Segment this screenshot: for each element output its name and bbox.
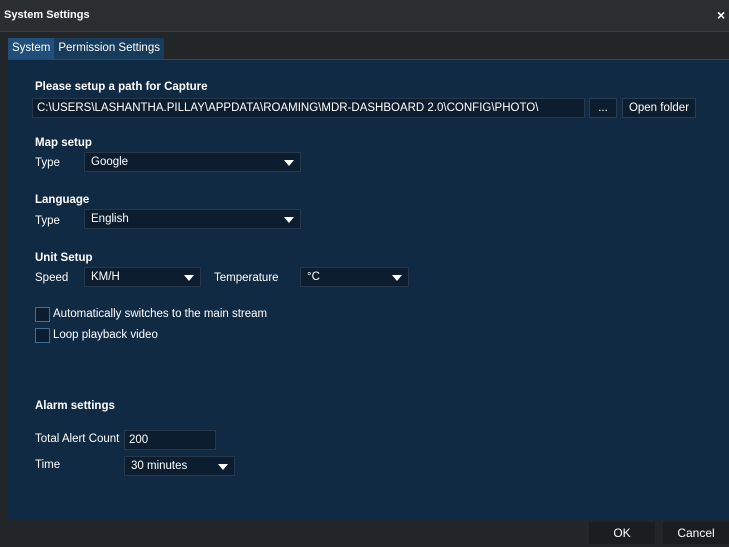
chevron-down-icon bbox=[218, 464, 228, 470]
auto-switch-label: Automatically switches to the main strea… bbox=[53, 308, 268, 320]
time-select[interactable]: 30 minutes bbox=[124, 456, 235, 476]
loop-playback-checkbox[interactable] bbox=[35, 328, 50, 343]
map-type-label: Type bbox=[35, 157, 60, 169]
tab-bar: System Permission Settings bbox=[8, 38, 164, 59]
map-setup-heading: Map setup bbox=[35, 137, 92, 149]
ok-button[interactable]: OK bbox=[589, 522, 655, 544]
alarm-heading: Alarm settings bbox=[35, 400, 115, 412]
unit-setup-heading: Unit Setup bbox=[35, 252, 93, 264]
auto-switch-checkbox[interactable] bbox=[35, 307, 50, 322]
close-icon[interactable]: × bbox=[717, 6, 729, 24]
system-settings-window: System Settings × System Permission Sett… bbox=[0, 0, 729, 547]
capture-heading: Please setup a path for Capture bbox=[35, 81, 208, 93]
dialog-footer: OK Cancel bbox=[0, 519, 729, 547]
map-type-value: Google bbox=[91, 156, 129, 168]
speed-select[interactable]: KM/H bbox=[84, 267, 201, 287]
speed-label: Speed bbox=[35, 272, 69, 284]
language-value: English bbox=[91, 213, 129, 225]
chevron-down-icon bbox=[392, 275, 402, 281]
language-select[interactable]: English bbox=[84, 209, 301, 229]
loop-playback-label: Loop playback video bbox=[53, 329, 158, 341]
temperature-select[interactable]: °C bbox=[300, 267, 409, 287]
speed-value: KM/H bbox=[91, 271, 120, 283]
window-title: System Settings bbox=[4, 9, 90, 21]
temperature-label: Temperature bbox=[214, 272, 279, 284]
tab-system[interactable]: System bbox=[8, 38, 55, 59]
chevron-down-icon bbox=[284, 160, 294, 166]
chevron-down-icon bbox=[184, 275, 194, 281]
tab-permission-settings[interactable]: Permission Settings bbox=[54, 38, 164, 59]
total-alert-count-field[interactable]: 200 bbox=[124, 430, 216, 450]
language-type-label: Type bbox=[35, 215, 60, 227]
browse-button[interactable]: ... bbox=[589, 98, 617, 118]
time-value: 30 minutes bbox=[131, 460, 188, 472]
temperature-value: °C bbox=[307, 271, 320, 283]
map-type-select[interactable]: Google bbox=[84, 152, 301, 172]
open-folder-button[interactable]: Open folder bbox=[622, 98, 696, 118]
title-bar: System Settings × bbox=[0, 0, 729, 32]
settings-panel: Please setup a path for Capture C:\USERS… bbox=[8, 59, 729, 519]
chevron-down-icon bbox=[284, 217, 294, 223]
cancel-button[interactable]: Cancel bbox=[663, 522, 729, 544]
time-label: Time bbox=[35, 459, 61, 471]
total-alert-count-label: Total Alert Count bbox=[35, 433, 120, 445]
capture-path-field[interactable]: C:\USERS\LASHANTHA.PILLAY\APPDATA\ROAMIN… bbox=[32, 98, 585, 118]
language-heading: Language bbox=[35, 194, 90, 206]
